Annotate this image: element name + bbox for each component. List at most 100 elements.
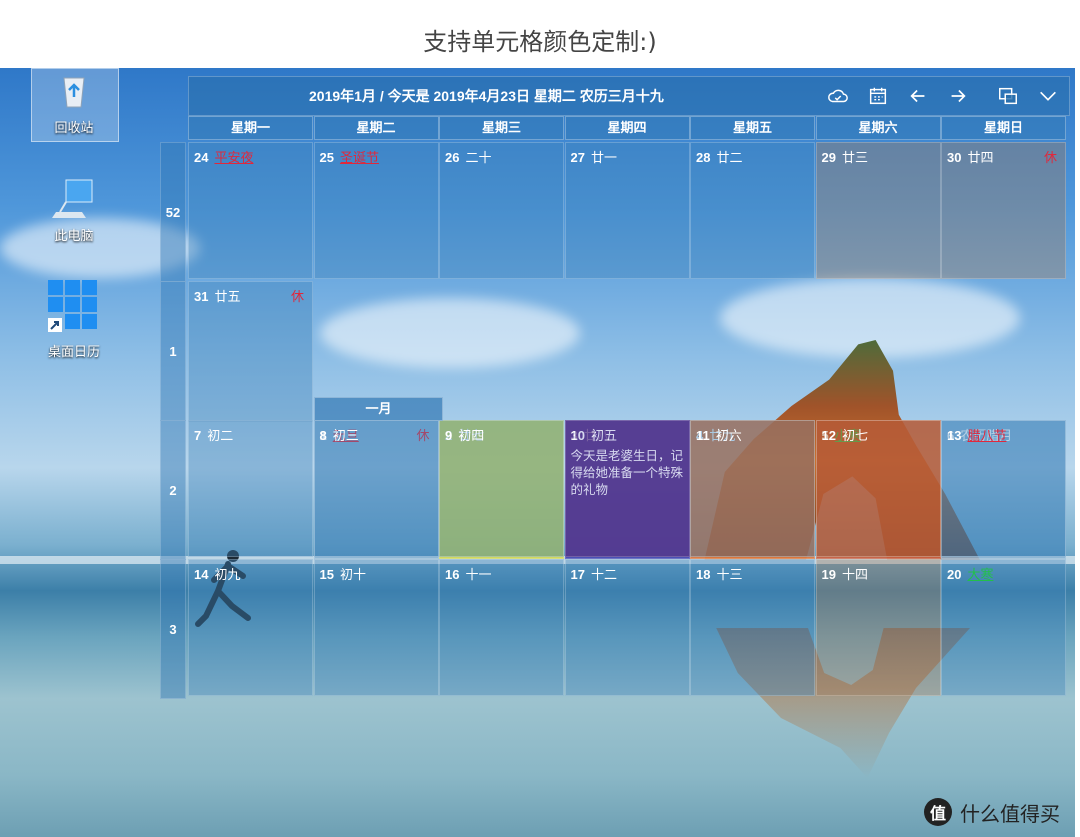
weekday-header: 星期二 xyxy=(313,116,439,140)
cloud-sync-button[interactable] xyxy=(825,83,851,109)
day-cell[interactable]: 16 十一 xyxy=(439,559,564,696)
lunar-date: 初五 xyxy=(590,428,617,443)
menu-dropdown-button[interactable] xyxy=(1035,83,1061,109)
day-number: 29 xyxy=(821,150,836,165)
day-cell[interactable]: 9 初四 xyxy=(439,420,564,557)
lunar-date: 十一 xyxy=(465,567,492,582)
weekday-header: 星期三 xyxy=(439,116,564,140)
day-number: 15 xyxy=(319,567,334,582)
lunar-date: 二十 xyxy=(465,150,492,165)
day-number: 24 xyxy=(194,150,209,165)
week-number: 52 xyxy=(160,142,186,282)
day-cell[interactable]: 28 廿二 xyxy=(690,142,815,279)
lunar-date: 初六 xyxy=(715,428,742,443)
holiday-label: 腊八节 xyxy=(967,428,1007,443)
holiday-label: 平安夜 xyxy=(214,150,254,165)
day-cell[interactable]: 26 二十 xyxy=(439,142,564,279)
lunar-date: 廿二 xyxy=(716,150,743,165)
day-number: 12 xyxy=(821,428,836,443)
lunar-date: 十三 xyxy=(716,567,743,582)
day-cell[interactable]: 12 初七 xyxy=(815,420,941,557)
day-cell[interactable]: 7 初二 xyxy=(188,420,313,557)
day-cell[interactable]: 8 初三 xyxy=(313,420,439,557)
day-cell[interactable]: 14 初九 xyxy=(188,559,313,696)
watermark-logo: 值 xyxy=(924,798,952,826)
day-number: 17 xyxy=(570,567,585,582)
lunar-date: 初七 xyxy=(841,428,868,443)
day-cell[interactable]: 24 平安夜 xyxy=(188,142,313,279)
cloud-decoration xyxy=(320,298,580,368)
rest-day-badge: 休 xyxy=(290,289,304,304)
lunar-date: 廿一 xyxy=(590,150,617,165)
desktop-icon-label: 此电脑 xyxy=(54,228,94,243)
window-mode-button[interactable] xyxy=(995,83,1021,109)
week-number: 1 xyxy=(160,281,186,421)
calendar-titlebar[interactable]: 2019年1月 / 今天是 2019年4月23日 星期二 农历三月十九 xyxy=(188,76,1070,116)
day-number: 9 xyxy=(445,428,453,443)
day-cell[interactable]: 10 初五今天是老婆生日，记得给她准备一个特殊的礼物 xyxy=(564,420,690,557)
desktop-icon-this-pc[interactable]: 此电脑 xyxy=(33,178,115,244)
day-number: 10 xyxy=(570,428,585,443)
day-number: 19 xyxy=(821,567,836,582)
desktop-icon-desktop-calendar[interactable]: 桌面日历 xyxy=(33,280,115,360)
computer-icon xyxy=(52,179,93,218)
watermark-text: 什么值得买 xyxy=(960,803,1060,826)
day-number: 26 xyxy=(445,150,460,165)
day-number: 16 xyxy=(445,567,460,582)
prev-month-button[interactable] xyxy=(905,83,931,109)
recycle-bin-icon xyxy=(63,77,85,108)
calendar-title: 2019年1月 / 今天是 2019年4月23日 星期二 农历三月十九 xyxy=(309,88,664,104)
weekday-header: 星期一 xyxy=(188,116,313,140)
week-number: 2 xyxy=(160,420,186,560)
day-number: 18 xyxy=(696,567,711,582)
arrow-right-icon xyxy=(951,89,966,103)
day-cell[interactable]: 17 十二 xyxy=(564,559,690,696)
lunar-date: 廿四 xyxy=(967,150,994,165)
day-cell[interactable]: 30 廿四 休 xyxy=(941,142,1066,279)
day-cell[interactable]: 15 初十 xyxy=(313,559,439,696)
day-number: 25 xyxy=(319,150,334,165)
day-number: 27 xyxy=(570,150,585,165)
chevron-down-icon xyxy=(1040,91,1056,101)
month-tab[interactable]: 一月 xyxy=(314,397,443,421)
weekday-header: 星期五 xyxy=(690,116,815,140)
desktop-calendar-icon xyxy=(48,280,97,332)
holiday-label: 圣诞节 xyxy=(339,150,379,165)
day-cell[interactable]: 11 初六 xyxy=(690,420,815,557)
rest-day-badge: 休 xyxy=(1043,150,1057,165)
arrow-left-icon xyxy=(910,89,925,103)
day-number: 7 xyxy=(194,428,202,443)
desktop: 回收站 此电脑 桌面日历 2019年1月 / 今天是 2019年4月23日 星期… xyxy=(0,68,1075,837)
day-cell[interactable]: 13 腊八节 xyxy=(941,420,1066,557)
day-cell[interactable]: 31 廿五 休 xyxy=(188,281,313,422)
day-note: 今天是老婆生日，记得给她准备一个特殊的礼物 xyxy=(570,449,684,497)
day-cell[interactable]: 19 十四 xyxy=(815,559,941,696)
day-number: 20 xyxy=(947,567,962,582)
day-number: 30 xyxy=(947,150,962,165)
day-number: 11 xyxy=(696,428,710,443)
day-number: 8 xyxy=(319,428,327,443)
watermark: 值 什么值得买 xyxy=(924,797,1060,827)
desktop-icon-label: 桌面日历 xyxy=(47,344,100,359)
day-cell[interactable]: 29 廿三 xyxy=(815,142,941,279)
lunar-date: 初二 xyxy=(207,428,234,443)
day-number: 28 xyxy=(696,150,711,165)
lunar-date: 初三 xyxy=(332,428,359,443)
week-number: 3 xyxy=(160,559,186,699)
day-cell[interactable]: 18 十三 xyxy=(690,559,815,696)
weekday-header: 星期六 xyxy=(815,116,941,140)
next-month-button[interactable] xyxy=(945,83,971,109)
weekday-header: 星期四 xyxy=(564,116,690,140)
weekday-header: 星期日 xyxy=(941,116,1066,140)
day-cell[interactable]: 27 廿一 xyxy=(564,142,690,279)
lunar-date: 廿三 xyxy=(841,150,868,165)
lunar-date: 十四 xyxy=(841,567,868,582)
day-cell[interactable]: 20 大寒 xyxy=(941,559,1066,696)
lunar-date: 十二 xyxy=(590,567,617,582)
page-caption: 支持单元格颜色定制:) xyxy=(423,28,657,56)
day-cell[interactable]: 25 圣诞节 xyxy=(313,142,439,279)
desktop-icon-recycle-bin[interactable]: 回收站 xyxy=(33,70,115,136)
lunar-date: 初九 xyxy=(214,567,241,582)
calendar-view-button[interactable] xyxy=(865,83,891,109)
holiday-label: 大寒 xyxy=(967,567,994,582)
